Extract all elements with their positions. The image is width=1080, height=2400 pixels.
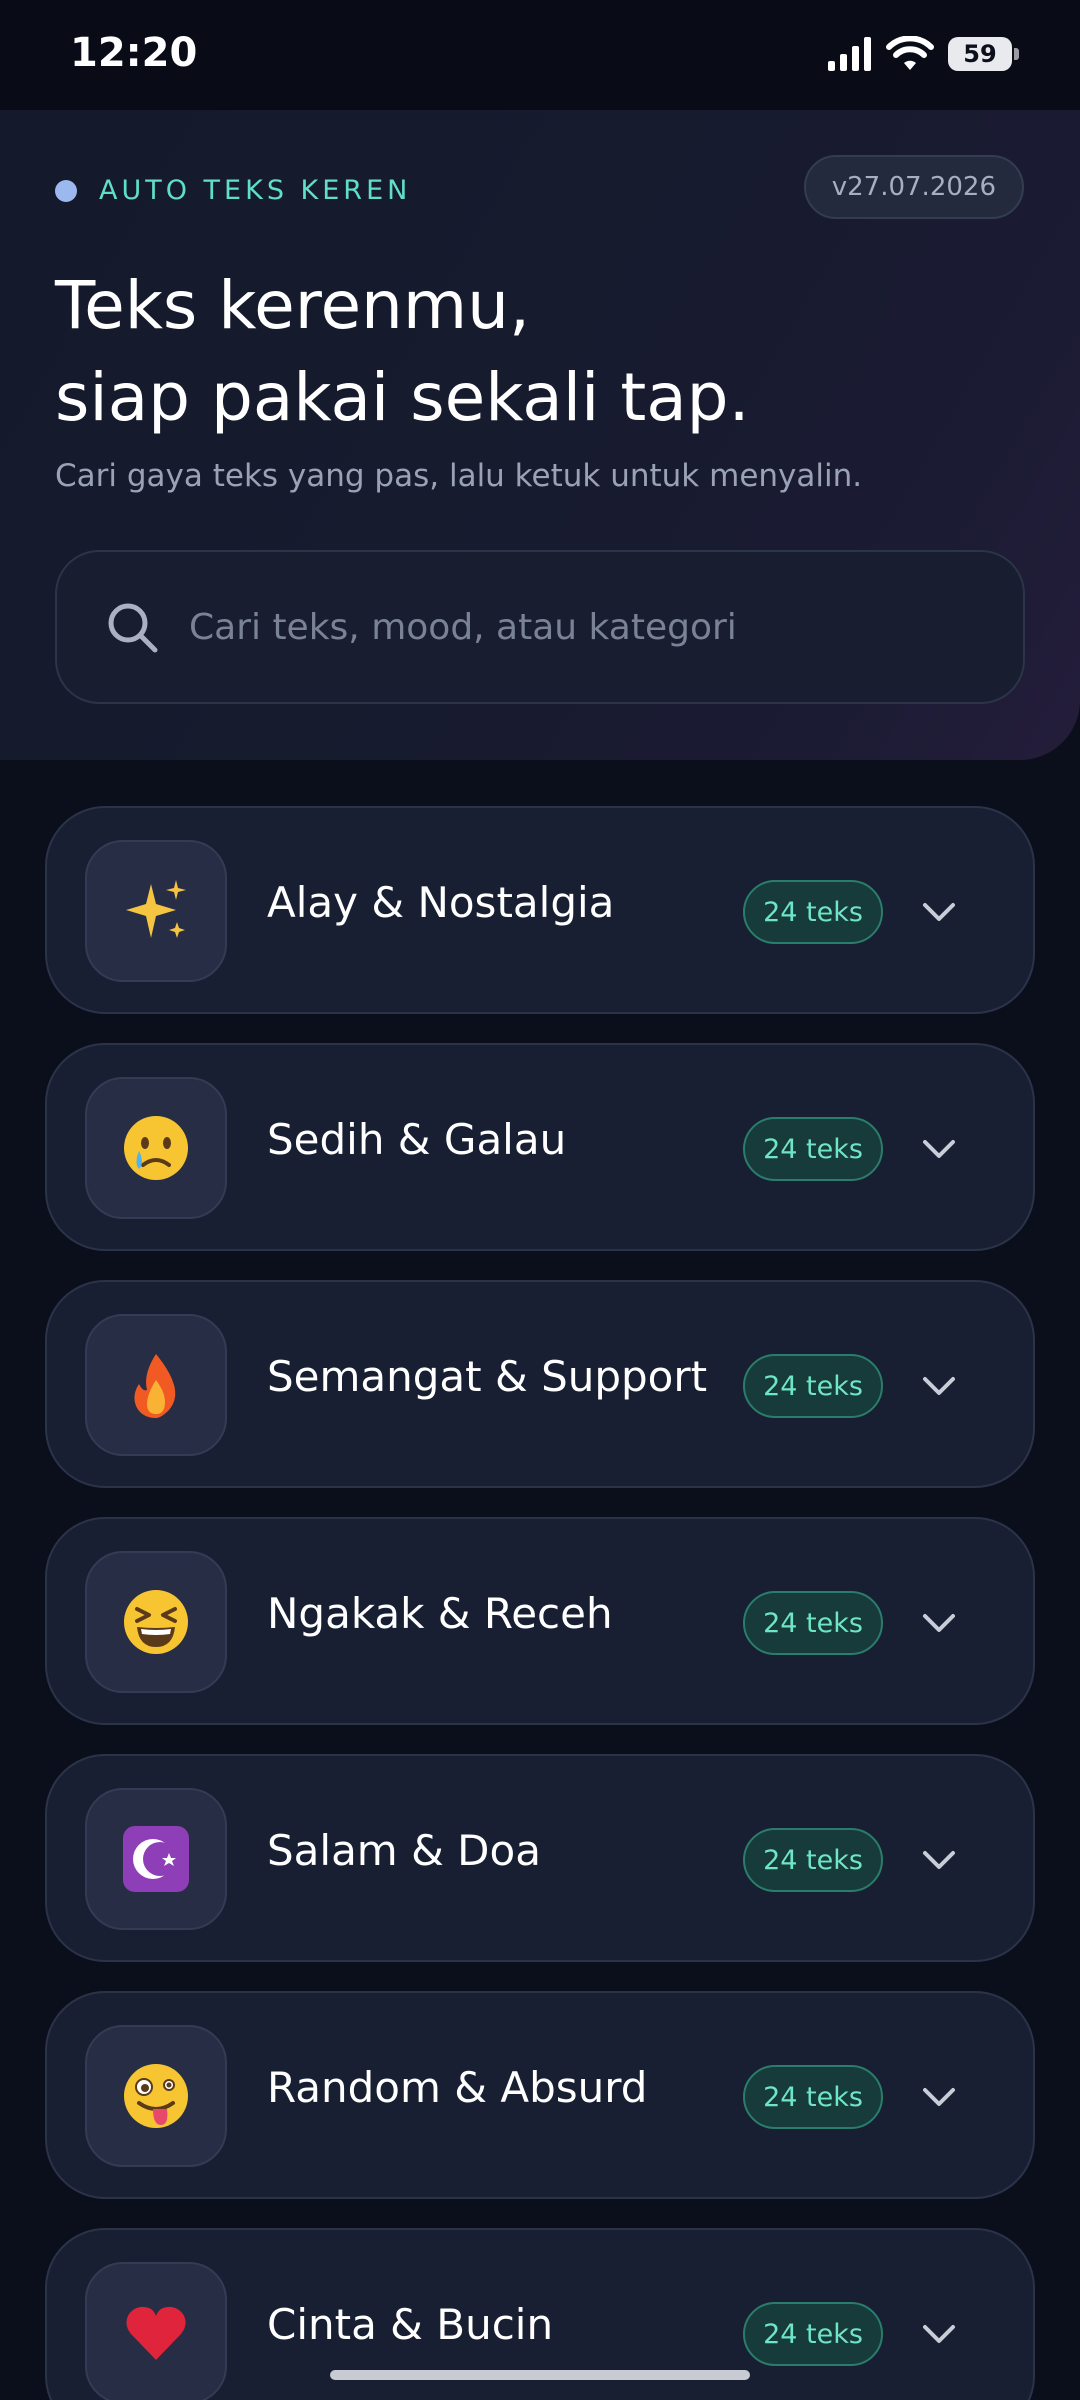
category-title: Random & Absurd xyxy=(267,2063,648,2112)
category-count-badge: 24 teks xyxy=(743,1828,883,1892)
page-title-line-2: siap pakai sekali tap. xyxy=(55,359,750,436)
chevron-down-icon[interactable] xyxy=(919,892,959,932)
category-title: Alay & Nostalgia xyxy=(267,878,615,927)
category-title: Ngakak & Receh xyxy=(267,1589,613,1638)
category-card-ngakak-receh[interactable]: Ngakak & Receh 24 teks xyxy=(45,1517,1035,1725)
category-icon-box xyxy=(85,2262,227,2400)
search-input[interactable]: Cari teks, mood, atau kategori xyxy=(55,550,1025,704)
category-count-badge: 24 teks xyxy=(743,1354,883,1418)
star-crescent-icon xyxy=(123,1826,189,1892)
category-icon-box xyxy=(85,1077,227,1219)
page-subtitle: Cari gaya teks yang pas, lalu ketuk untu… xyxy=(55,458,863,494)
category-count-badge: 24 teks xyxy=(743,880,883,944)
brand-label: AUTO TEKS KEREN xyxy=(99,175,412,206)
category-icon-box xyxy=(85,1788,227,1930)
category-count-badge: 24 teks xyxy=(743,1117,883,1181)
category-card-sedih-galau[interactable]: Sedih & Galau 24 teks xyxy=(45,1043,1035,1251)
status-icons: 59 xyxy=(828,34,1019,74)
hero-header: AUTO TEKS KEREN v27.07.2026 Teks kerenmu… xyxy=(0,110,1080,760)
battery-icon: 59 xyxy=(948,37,1019,71)
category-card-salam-doa[interactable]: Salam & Doa 24 teks xyxy=(45,1754,1035,1962)
search-icon xyxy=(108,603,158,653)
category-list: Alay & Nostalgia 24 teks Sedih & Galau 2… xyxy=(45,806,1035,2400)
chevron-down-icon[interactable] xyxy=(919,2077,959,2117)
category-count-badge: 24 teks xyxy=(743,2065,883,2129)
chevron-down-icon[interactable] xyxy=(919,1129,959,1169)
category-title: Salam & Doa xyxy=(267,1826,541,1875)
category-icon-box xyxy=(85,1314,227,1456)
chevron-down-icon[interactable] xyxy=(919,1603,959,1643)
chevron-down-icon[interactable] xyxy=(919,1366,959,1406)
chevron-down-icon[interactable] xyxy=(919,2314,959,2354)
category-title: Cinta & Bucin xyxy=(267,2300,554,2349)
zany-face-icon xyxy=(124,2064,188,2128)
search-placeholder: Cari teks, mood, atau kategori xyxy=(189,606,737,648)
sparkles-icon xyxy=(126,880,186,938)
category-count-badge: 24 teks xyxy=(743,2302,883,2366)
brand-dot-icon xyxy=(55,179,77,202)
category-card-alay-nostalgia[interactable]: Alay & Nostalgia 24 teks xyxy=(45,806,1035,1014)
chevron-down-icon[interactable] xyxy=(919,1840,959,1880)
category-icon-box xyxy=(85,1551,227,1693)
brand-row: AUTO TEKS KEREN xyxy=(55,175,411,206)
status-time: 12:20 xyxy=(70,30,198,76)
page-title: Teks kerenmu, siap pakai sekali tap. xyxy=(55,260,750,444)
category-card-semangat-support[interactable]: Semangat & Support 24 teks xyxy=(45,1280,1035,1488)
fire-icon xyxy=(134,1354,176,1418)
signal-icon xyxy=(828,37,871,71)
battery-level: 59 xyxy=(963,40,997,68)
page-title-line-1: Teks kerenmu, xyxy=(55,267,530,344)
category-icon-box xyxy=(85,2025,227,2167)
version-badge: v27.07.2026 xyxy=(803,155,1024,219)
category-icon-box xyxy=(85,840,227,982)
home-indicator[interactable] xyxy=(330,2370,750,2380)
status-bar: 12:20 59 xyxy=(0,0,1080,110)
crying-face-icon xyxy=(124,1116,188,1180)
category-title: Semangat & Support xyxy=(267,1352,708,1401)
laughing-face-icon xyxy=(124,1590,188,1654)
category-title: Sedih & Galau xyxy=(267,1115,567,1164)
wifi-icon xyxy=(886,36,934,70)
heart-icon xyxy=(126,2306,186,2360)
category-count-badge: 24 teks xyxy=(743,1591,883,1655)
category-card-random-absurd[interactable]: Random & Absurd 24 teks xyxy=(45,1991,1035,2199)
